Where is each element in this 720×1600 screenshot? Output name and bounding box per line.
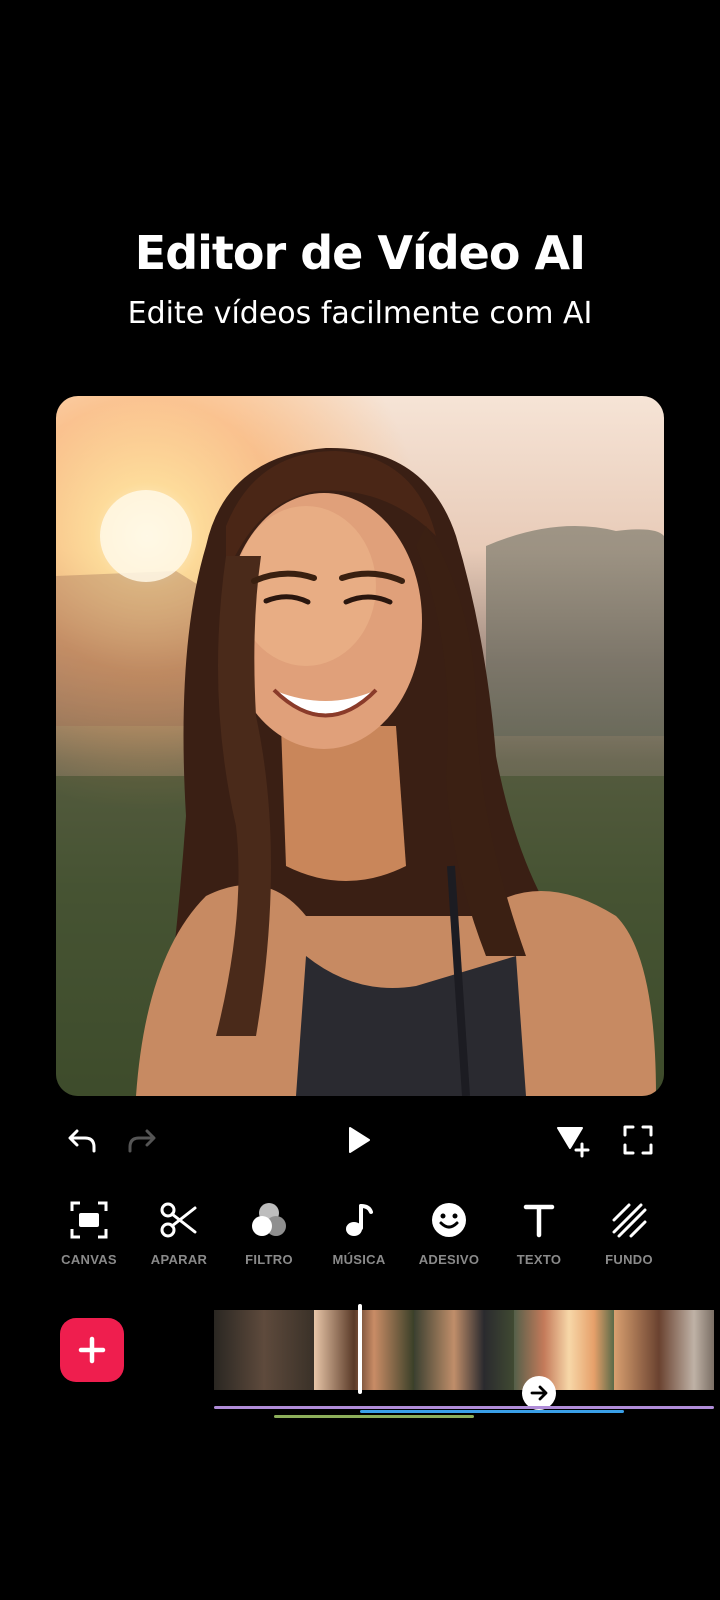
fullscreen-icon[interactable] (614, 1116, 662, 1164)
add-keyframe-icon[interactable] (548, 1116, 596, 1164)
tool-text[interactable]: TEXTO (494, 1196, 584, 1267)
effect-track-line[interactable] (360, 1410, 624, 1413)
timeline-frame (314, 1310, 414, 1390)
promo-title: Editor de Vídeo AI (134, 226, 586, 280)
tool-label: TEXTO (516, 1252, 562, 1267)
timeline-frame (614, 1310, 714, 1390)
promo-subtitle: Edite vídeos facilmente com AI (127, 296, 593, 331)
tool-label: ADESIVO (418, 1252, 480, 1267)
tool-label: MÚSICA (332, 1252, 386, 1267)
undo-icon[interactable] (58, 1116, 106, 1164)
music-note-icon (335, 1196, 383, 1244)
video-preview[interactable] (56, 396, 664, 1096)
tool-background[interactable]: FUNDO (584, 1196, 674, 1267)
background-icon (605, 1196, 653, 1244)
timeline-frame (414, 1310, 514, 1390)
arrow-right-icon (530, 1385, 548, 1401)
audio-track-line[interactable] (214, 1406, 714, 1409)
smiley-icon (425, 1196, 473, 1244)
tool-trim[interactable]: APARAR (134, 1196, 224, 1267)
transition-button[interactable] (522, 1376, 556, 1410)
clip-timeline[interactable] (214, 1310, 720, 1390)
add-clip-button[interactable] (60, 1318, 124, 1382)
preview-photo (56, 447, 664, 1096)
sticker-track-line[interactable] (274, 1415, 474, 1418)
play-icon[interactable] (334, 1116, 382, 1164)
playhead[interactable] (358, 1304, 362, 1394)
tool-label: CANVAS (61, 1252, 117, 1267)
timeline-frame (214, 1310, 314, 1390)
tool-sticker[interactable]: ADESIVO (404, 1196, 494, 1267)
filter-icon (245, 1196, 293, 1244)
tool-bar: CANVAS APARAR FILTRO MÚSICA ADESIVO TEXT… (44, 1196, 684, 1276)
tool-music[interactable]: MÚSICA (314, 1196, 404, 1267)
tool-label: FILTRO (245, 1252, 293, 1267)
text-icon (515, 1196, 563, 1244)
redo-icon[interactable] (118, 1116, 166, 1164)
tool-label: FUNDO (605, 1252, 653, 1267)
tool-filter[interactable]: FILTRO (224, 1196, 314, 1267)
canvas-icon (65, 1196, 113, 1244)
scissors-icon (155, 1196, 203, 1244)
tool-canvas[interactable]: CANVAS (44, 1196, 134, 1267)
tool-label: APARAR (150, 1252, 208, 1267)
plus-icon (78, 1336, 106, 1364)
playback-controls (0, 1116, 720, 1166)
